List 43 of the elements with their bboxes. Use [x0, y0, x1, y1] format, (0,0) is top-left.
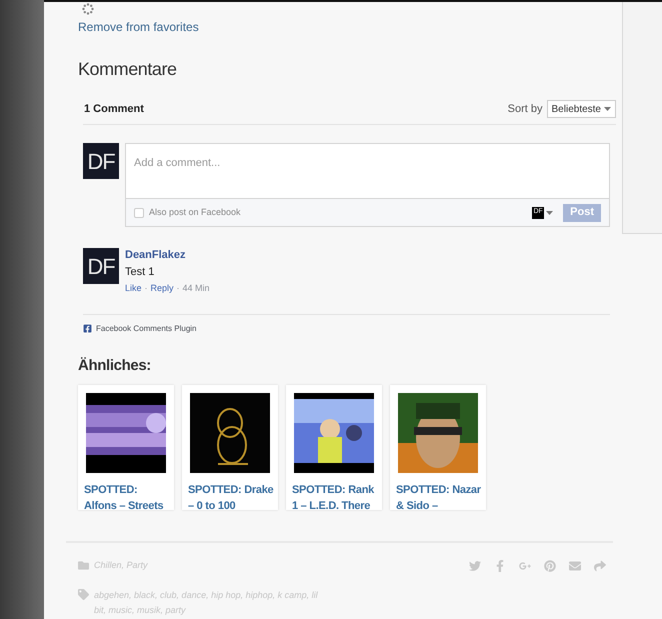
comment-count: 1 Comment [84, 102, 144, 117]
separator-dot: · [144, 282, 148, 295]
related-title: – 0 to 100 [188, 499, 236, 510]
facebook-icon[interactable] [494, 560, 506, 572]
comment-text: Test 1 [125, 265, 156, 279]
avatar: DF [83, 143, 119, 179]
related-title: 1 – L.E.D. There [292, 499, 372, 510]
facebook-icon [83, 324, 92, 333]
related-title: SPOTTED: Drake [188, 483, 274, 498]
related-title: SPOTTED: [84, 483, 138, 498]
comments-heading: Kommentare [78, 58, 177, 81]
tag-icon [78, 588, 89, 600]
comment-input[interactable]: Add a comment... [125, 143, 610, 198]
comment-author[interactable]: DeanFlakez [125, 248, 186, 262]
remove-favorites-link[interactable]: Remove from favorites [78, 18, 199, 36]
caret-icon [604, 107, 611, 111]
related-card[interactable]: SPOTTED: Alfons – Streets [78, 385, 174, 510]
twitter-icon[interactable] [469, 560, 481, 572]
separator-dot: · [176, 282, 180, 295]
folder-icon [78, 560, 89, 572]
google-plus-icon[interactable] [519, 560, 531, 572]
related-card[interactable]: SPOTTED: Nazar & Sido – [390, 385, 486, 510]
email-icon[interactable] [569, 560, 581, 572]
spinner-icon [82, 3, 94, 15]
comment-action-link[interactable]: Reply [150, 282, 174, 296]
pinterest-icon[interactable] [544, 560, 556, 572]
plugin-credit: Facebook Comments Plugin [96, 322, 196, 334]
sort-label: Sort by [508, 102, 543, 117]
related-title: Alfons – Streets [84, 499, 164, 510]
related-title: SPOTTED: Rank [292, 483, 376, 498]
related-card[interactable]: SPOTTED: Rank 1 – L.E.D. There [286, 385, 382, 510]
comment-time: 44 Min [182, 282, 210, 295]
related-title: & Sido – [396, 499, 439, 510]
related-heading: Ähnliches: [78, 356, 151, 376]
related-card[interactable]: SPOTTED: Drake – 0 to 100 [182, 385, 278, 510]
also-post-checkbox[interactable] [134, 208, 144, 218]
comment-action-link[interactable]: Like [125, 282, 142, 296]
sort-dropdown[interactable]: Beliebteste [546, 100, 616, 118]
also-post-label: Also post on Facebook [149, 206, 241, 219]
related-title: SPOTTED: Nazar [396, 483, 482, 498]
avatar: DF [83, 248, 119, 284]
share-icon[interactable] [594, 560, 606, 572]
caret-icon [546, 210, 554, 214]
